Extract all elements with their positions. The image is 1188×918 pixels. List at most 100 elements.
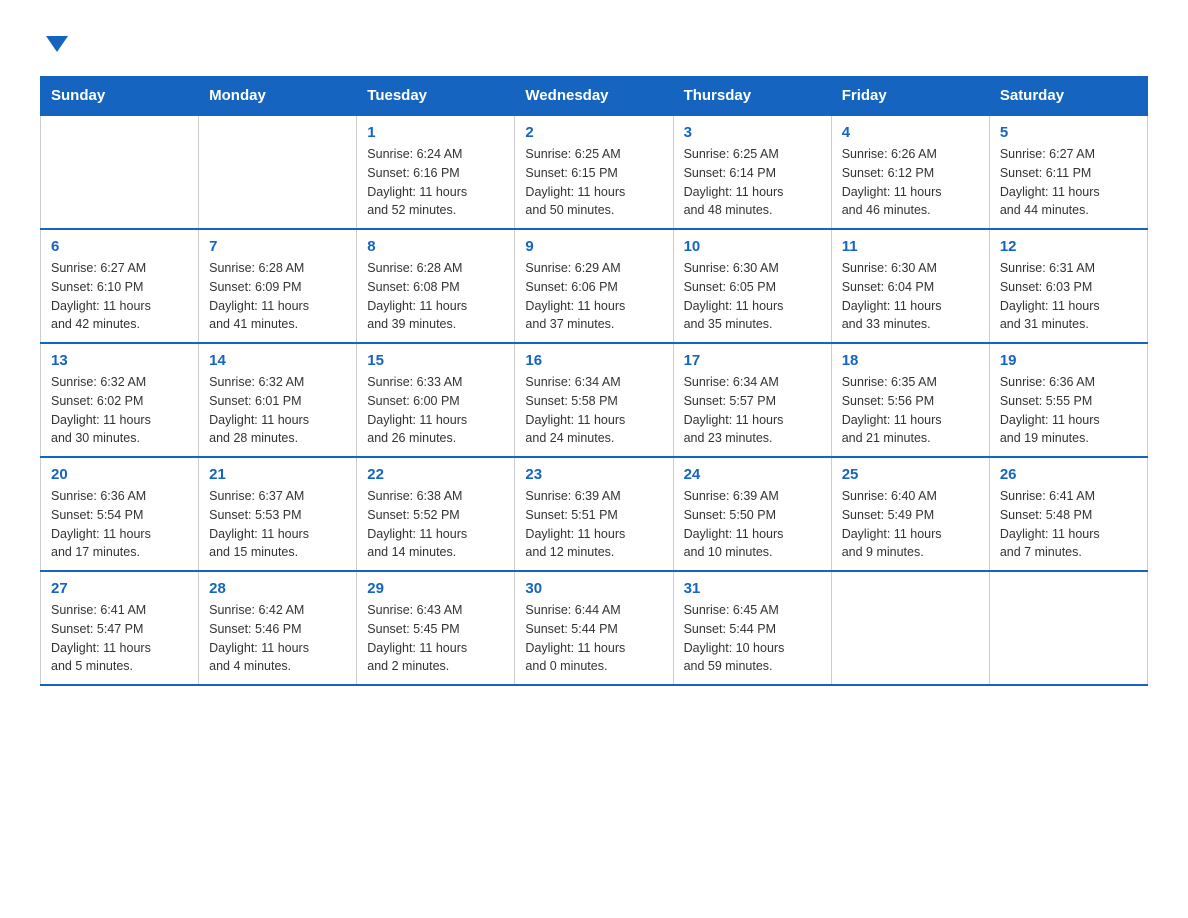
day-number: 6 <box>51 238 188 255</box>
day-info: Sunrise: 6:28 AMSunset: 6:09 PMDaylight:… <box>209 259 346 334</box>
day-number: 3 <box>684 124 821 141</box>
day-number: 1 <box>367 124 504 141</box>
calendar-cell: 29Sunrise: 6:43 AMSunset: 5:45 PMDayligh… <box>357 571 515 685</box>
calendar-header-thursday: Thursday <box>673 77 831 116</box>
day-info: Sunrise: 6:44 AMSunset: 5:44 PMDaylight:… <box>525 601 662 676</box>
calendar-cell: 14Sunrise: 6:32 AMSunset: 6:01 PMDayligh… <box>199 343 357 457</box>
day-number: 17 <box>684 352 821 369</box>
calendar-cell: 7 Sunrise: 6:28 AMSunset: 6:09 PMDaylight… <box>199 229 357 343</box>
day-info: Sunrise: 6:26 AMSunset: 6:12 PMDaylight:… <box>842 145 979 220</box>
calendar-cell: 5 Sunrise: 6:27 AMSunset: 6:11 PMDaylight… <box>989 115 1147 229</box>
calendar-cell <box>831 571 989 685</box>
calendar-header-sunday: Sunday <box>41 77 199 116</box>
day-number: 9 <box>525 238 662 255</box>
calendar-cell: 23Sunrise: 6:39 AMSunset: 5:51 PMDayligh… <box>515 457 673 571</box>
day-number: 4 <box>842 124 979 141</box>
day-number: 28 <box>209 580 346 597</box>
day-info: Sunrise: 6:37 AMSunset: 5:53 PMDaylight:… <box>209 487 346 562</box>
day-info: Sunrise: 6:39 AMSunset: 5:50 PMDaylight:… <box>684 487 821 562</box>
day-info: Sunrise: 6:34 AMSunset: 5:57 PMDaylight:… <box>684 373 821 448</box>
calendar-cell: 1 Sunrise: 6:24 AMSunset: 6:16 PMDaylight… <box>357 115 515 229</box>
calendar-header-tuesday: Tuesday <box>357 77 515 116</box>
calendar-cell: 8 Sunrise: 6:28 AMSunset: 6:08 PMDaylight… <box>357 229 515 343</box>
calendar-header-monday: Monday <box>199 77 357 116</box>
day-info: Sunrise: 6:25 AMSunset: 6:15 PMDaylight:… <box>525 145 662 220</box>
calendar-cell: 10 Sunrise: 6:30 AMSunset: 6:05 PMDayligh… <box>673 229 831 343</box>
day-number: 27 <box>51 580 188 597</box>
day-number: 10 <box>684 238 821 255</box>
calendar-week-row: 13 Sunrise: 6:32 AMSunset: 6:02 PMDayligh… <box>41 343 1148 457</box>
calendar-cell: 13 Sunrise: 6:32 AMSunset: 6:02 PMDayligh… <box>41 343 199 457</box>
day-number: 5 <box>1000 124 1137 141</box>
day-info: Sunrise: 6:30 AMSunset: 6:05 PMDaylight:… <box>684 259 821 334</box>
calendar-cell: 31Sunrise: 6:45 AMSunset: 5:44 PMDayligh… <box>673 571 831 685</box>
calendar-week-row: 1 Sunrise: 6:24 AMSunset: 6:16 PMDaylight… <box>41 115 1148 229</box>
calendar-cell: 18 Sunrise: 6:35 AMSunset: 5:56 PMDayligh… <box>831 343 989 457</box>
day-number: 30 <box>525 580 662 597</box>
day-info: Sunrise: 6:36 AMSunset: 5:55 PMDaylight:… <box>1000 373 1137 448</box>
day-info: Sunrise: 6:32 AMSunset: 6:02 PMDaylight:… <box>51 373 188 448</box>
day-info: Sunrise: 6:33 AMSunset: 6:00 PMDaylight:… <box>367 373 504 448</box>
day-info: Sunrise: 6:42 AMSunset: 5:46 PMDaylight:… <box>209 601 346 676</box>
day-number: 23 <box>525 466 662 483</box>
day-info: Sunrise: 6:38 AMSunset: 5:52 PMDaylight:… <box>367 487 504 562</box>
calendar-cell: 15 Sunrise: 6:33 AMSunset: 6:00 PMDayligh… <box>357 343 515 457</box>
day-number: 12 <box>1000 238 1137 255</box>
calendar-cell: 6 Sunrise: 6:27 AMSunset: 6:10 PMDaylight… <box>41 229 199 343</box>
calendar-cell: 2 Sunrise: 6:25 AMSunset: 6:15 PMDaylight… <box>515 115 673 229</box>
calendar-cell: 25 Sunrise: 6:40 AMSunset: 5:49 PMDayligh… <box>831 457 989 571</box>
day-info: Sunrise: 6:30 AMSunset: 6:04 PMDaylight:… <box>842 259 979 334</box>
day-info: Sunrise: 6:31 AMSunset: 6:03 PMDaylight:… <box>1000 259 1137 334</box>
calendar-cell: 24 Sunrise: 6:39 AMSunset: 5:50 PMDayligh… <box>673 457 831 571</box>
day-number: 7 <box>209 238 346 255</box>
calendar-cell: 4 Sunrise: 6:26 AMSunset: 6:12 PMDaylight… <box>831 115 989 229</box>
day-number: 21 <box>209 466 346 483</box>
day-info: Sunrise: 6:25 AMSunset: 6:14 PMDaylight:… <box>684 145 821 220</box>
calendar-cell: 28 Sunrise: 6:42 AMSunset: 5:46 PMDayligh… <box>199 571 357 685</box>
page-header <box>40 30 1148 56</box>
day-number: 16 <box>525 352 662 369</box>
day-number: 26 <box>1000 466 1137 483</box>
calendar-cell: 20Sunrise: 6:36 AMSunset: 5:54 PMDayligh… <box>41 457 199 571</box>
day-info: Sunrise: 6:28 AMSunset: 6:08 PMDaylight:… <box>367 259 504 334</box>
logo <box>40 30 68 56</box>
calendar-cell: 27 Sunrise: 6:41 AMSunset: 5:47 PMDayligh… <box>41 571 199 685</box>
day-info: Sunrise: 6:43 AMSunset: 5:45 PMDaylight:… <box>367 601 504 676</box>
calendar-cell: 26 Sunrise: 6:41 AMSunset: 5:48 PMDayligh… <box>989 457 1147 571</box>
day-number: 8 <box>367 238 504 255</box>
day-number: 13 <box>51 352 188 369</box>
calendar-week-row: 6 Sunrise: 6:27 AMSunset: 6:10 PMDaylight… <box>41 229 1148 343</box>
day-info: Sunrise: 6:24 AMSunset: 6:16 PMDaylight:… <box>367 145 504 220</box>
calendar-cell: 19 Sunrise: 6:36 AMSunset: 5:55 PMDayligh… <box>989 343 1147 457</box>
day-number: 22 <box>367 466 504 483</box>
calendar-cell: 21 Sunrise: 6:37 AMSunset: 5:53 PMDayligh… <box>199 457 357 571</box>
day-number: 11 <box>842 238 979 255</box>
day-info: Sunrise: 6:41 AMSunset: 5:47 PMDaylight:… <box>51 601 188 676</box>
day-info: Sunrise: 6:40 AMSunset: 5:49 PMDaylight:… <box>842 487 979 562</box>
day-info: Sunrise: 6:36 AMSunset: 5:54 PMDaylight:… <box>51 487 188 562</box>
calendar-header-saturday: Saturday <box>989 77 1147 116</box>
calendar-cell <box>989 571 1147 685</box>
calendar-week-row: 27 Sunrise: 6:41 AMSunset: 5:47 PMDayligh… <box>41 571 1148 685</box>
day-number: 14 <box>209 352 346 369</box>
day-number: 31 <box>684 580 821 597</box>
calendar-cell: 12 Sunrise: 6:31 AMSunset: 6:03 PMDayligh… <box>989 229 1147 343</box>
day-number: 25 <box>842 466 979 483</box>
day-number: 18 <box>842 352 979 369</box>
calendar-header-friday: Friday <box>831 77 989 116</box>
day-info: Sunrise: 6:27 AMSunset: 6:11 PMDaylight:… <box>1000 145 1137 220</box>
day-info: Sunrise: 6:41 AMSunset: 5:48 PMDaylight:… <box>1000 487 1137 562</box>
day-info: Sunrise: 6:34 AMSunset: 5:58 PMDaylight:… <box>525 373 662 448</box>
day-number: 24 <box>684 466 821 483</box>
calendar-table: SundayMondayTuesdayWednesdayThursdayFrid… <box>40 76 1148 686</box>
day-info: Sunrise: 6:35 AMSunset: 5:56 PMDaylight:… <box>842 373 979 448</box>
calendar-header-row: SundayMondayTuesdayWednesdayThursdayFrid… <box>41 77 1148 116</box>
calendar-cell: 11 Sunrise: 6:30 AMSunset: 6:04 PMDayligh… <box>831 229 989 343</box>
calendar-cell <box>41 115 199 229</box>
day-number: 19 <box>1000 352 1137 369</box>
day-number: 15 <box>367 352 504 369</box>
calendar-cell: 17 Sunrise: 6:34 AMSunset: 5:57 PMDayligh… <box>673 343 831 457</box>
calendar-header-wednesday: Wednesday <box>515 77 673 116</box>
day-info: Sunrise: 6:27 AMSunset: 6:10 PMDaylight:… <box>51 259 188 334</box>
day-number: 2 <box>525 124 662 141</box>
